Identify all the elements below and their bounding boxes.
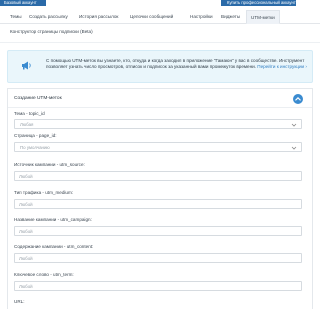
tab-subscribe-page-builder[interactable]: Конструктор страницы подписки (Beta)	[10, 29, 93, 34]
topic-select[interactable]: Любая	[14, 119, 302, 129]
utm-content-input[interactable]	[15, 254, 301, 262]
megaphone-icon	[22, 61, 31, 70]
chevron-down-icon	[291, 123, 297, 127]
account-type-badge[interactable]: Базовый аккаунт	[0, 0, 46, 6]
tab-widgets[interactable]: Виджеты	[221, 10, 240, 24]
page-select-value: По умолчанию	[20, 145, 50, 150]
chevron-up-icon	[295, 96, 301, 101]
page-select[interactable]: По умолчанию	[14, 142, 302, 152]
instruction-link[interactable]: Перейти к инструкции ›	[257, 64, 307, 69]
url-label: URL:	[14, 299, 25, 304]
utm-medium-label: Тип трафика - utm_medium:	[14, 190, 74, 195]
utm-source-field[interactable]	[14, 171, 302, 181]
tab-create-mailing[interactable]: Создать рассылку	[29, 10, 68, 24]
collapse-button[interactable]	[293, 94, 303, 104]
account-bar: Базовый аккаунт Купить профессиональный …	[0, 0, 320, 6]
utm-source-label: Источник кампании - utm_source:	[14, 162, 85, 167]
utm-term-label: Ключевое слово - utm_term:	[14, 272, 74, 277]
info-text-lead: С помощью UTM-меток вы узнаете, кто, отк…	[46, 58, 278, 63]
page-label: Страница - page_id:	[14, 133, 57, 138]
topic-label: Тема - topic_id	[14, 111, 45, 116]
utm-medium-field[interactable]	[14, 199, 302, 209]
tab-settings[interactable]: Настройки	[190, 10, 213, 24]
tab-utm-tags[interactable]: UTM-метки	[246, 10, 280, 24]
utm-campaign-label: Название кампании - utm_campaign:	[14, 217, 92, 222]
utm-content-field[interactable]	[14, 253, 302, 263]
tab-mailing-history[interactable]: История рассылок	[79, 10, 118, 24]
topic-select-value: Любая	[20, 122, 34, 127]
utm-term-input[interactable]	[15, 282, 301, 290]
main-tabs: Темы Создать рассылку История рассылок Ц…	[0, 10, 320, 24]
utm-campaign-input[interactable]	[15, 227, 301, 235]
utm-medium-input[interactable]	[15, 200, 301, 208]
info-text: С помощью UTM-меток вы узнаете, кто, отк…	[46, 58, 308, 69]
buy-pro-button[interactable]: Купить профессиональный аккаунт	[221, 0, 296, 6]
tab-themes[interactable]: Темы	[10, 10, 22, 24]
utm-source-input[interactable]	[15, 172, 301, 180]
card-divider	[8, 107, 312, 108]
utm-campaign-field[interactable]	[14, 226, 302, 236]
chevron-down-icon	[291, 146, 297, 150]
utm-form-card: Создание UTM-меток Тема - topic_id Любая…	[7, 88, 313, 309]
utm-term-field[interactable]	[14, 281, 302, 291]
info-banner: С помощью UTM-меток вы узнаете, кто, отк…	[7, 50, 313, 83]
divider	[0, 42, 320, 43]
tab-message-chains[interactable]: Цепочки сообщений	[130, 10, 173, 24]
form-title: Создание UTM-меток	[14, 96, 62, 101]
utm-content-label: Содержание кампании - utm_content:	[14, 244, 94, 249]
